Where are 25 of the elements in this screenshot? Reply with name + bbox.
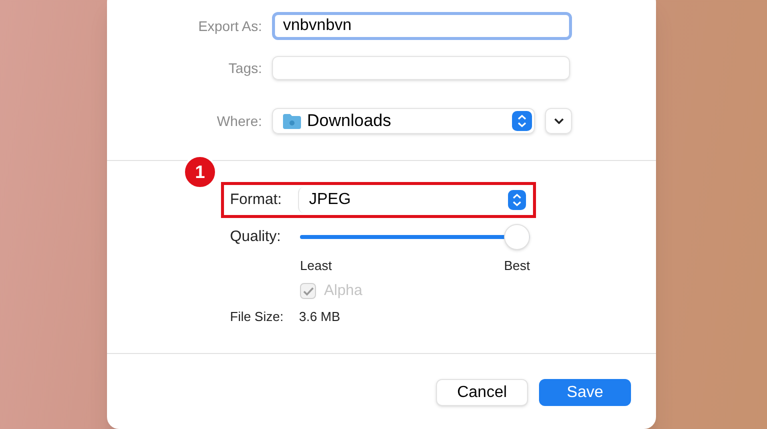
field-label: File Size: — [230, 308, 284, 326]
checkbox-label: Alpha — [324, 280, 362, 301]
chevron-down-icon — [554, 118, 564, 124]
location-popup[interactable]: Downloads — [272, 108, 536, 134]
expand-button[interactable] — [545, 108, 572, 134]
slider-thumb[interactable] — [504, 224, 530, 250]
tags-field[interactable] — [272, 56, 570, 80]
field-label: Quality: — [230, 226, 282, 247]
field-label: Where: — [216, 112, 262, 130]
field-label: Format: — [230, 190, 283, 210]
format-popup[interactable]: JPEG — [298, 187, 527, 213]
field-label: Export As: — [197, 16, 262, 36]
filename-field[interactable]: vnbvnbvn — [272, 12, 572, 40]
stepper-icon — [508, 190, 526, 210]
quality-slider[interactable] — [300, 224, 530, 250]
save-button[interactable]: Save — [539, 379, 631, 406]
slider-max-label: Best — [504, 257, 530, 272]
slider-min-label: Least — [300, 257, 332, 272]
folder-icon — [283, 114, 301, 128]
stepper-icon — [512, 111, 532, 131]
file-size-value: 3.6 MB — [299, 308, 340, 326]
step-badge: 1 — [183, 155, 217, 189]
field-label: Tags: — [228, 58, 262, 78]
cancel-button[interactable]: Cancel — [436, 379, 528, 406]
checkmark-icon — [302, 286, 314, 296]
